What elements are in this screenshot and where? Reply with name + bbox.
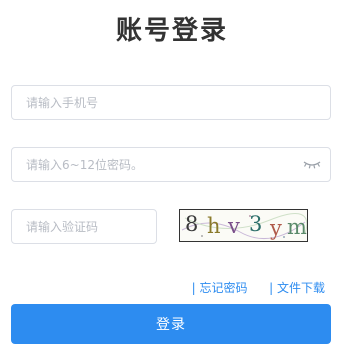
captcha-char: 3: [249, 212, 263, 236]
captcha-char: 8: [185, 212, 199, 236]
captcha-char: y: [270, 216, 282, 240]
phone-field[interactable]: [11, 85, 331, 120]
forgot-password-link[interactable]: 忘记密码: [199, 281, 247, 295]
link-separator: |: [269, 281, 274, 295]
file-download-link[interactable]: 文件下载: [277, 281, 325, 295]
captcha-char: m: [287, 215, 307, 239]
eye-closed-icon[interactable]: [302, 157, 322, 173]
captcha-input[interactable]: [12, 210, 156, 243]
captcha-image[interactable]: 8 h v 3 y m: [179, 209, 308, 242]
auxiliary-links: | 忘记密码 | 文件下载: [192, 279, 325, 296]
captcha-char: v: [228, 214, 240, 238]
page-title: 账号登录: [115, 16, 228, 46]
captcha-char: h: [207, 214, 221, 238]
phone-input[interactable]: [12, 86, 330, 119]
link-separator: |: [191, 281, 196, 295]
login-button[interactable]: 登录: [11, 304, 331, 344]
password-field[interactable]: [11, 147, 331, 182]
password-input[interactable]: [12, 148, 330, 181]
captcha-field[interactable]: [11, 209, 157, 244]
